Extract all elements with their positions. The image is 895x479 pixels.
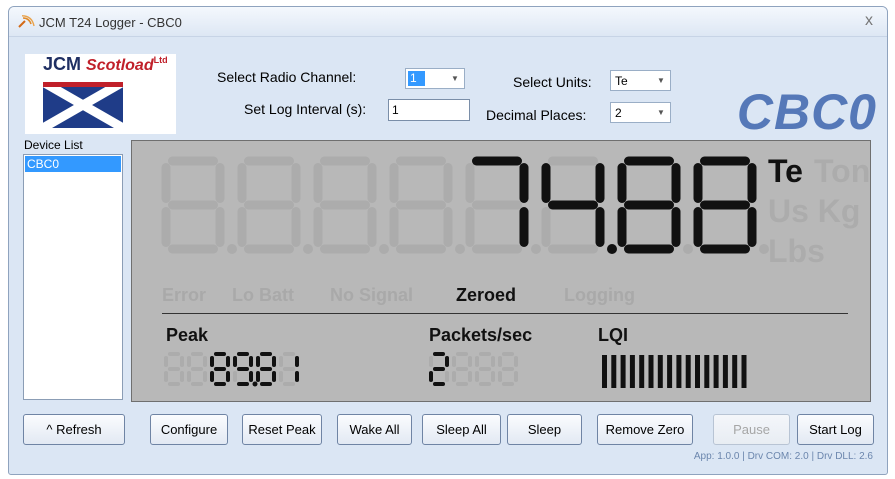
saltire-flag-icon — [43, 82, 123, 128]
lqi-bar — [648, 355, 654, 388]
chevron-down-icon: ▼ — [657, 76, 665, 85]
configure-button[interactable]: Configure — [150, 414, 228, 445]
peak-decimal-point — [252, 381, 258, 387]
lqi-bar — [657, 355, 663, 388]
main-decimal-point — [607, 244, 617, 254]
main-decimal-point — [455, 244, 465, 254]
sleep-all-button[interactable]: Sleep All — [422, 414, 501, 445]
device-name-heading: CBC0 — [736, 84, 877, 140]
peak-label: Peak — [166, 325, 209, 345]
chevron-down-icon: ▼ — [451, 74, 459, 83]
decimal-places-label: Decimal Places: — [486, 107, 587, 123]
status-error: Error — [162, 285, 207, 305]
app-window: JCM T24 Logger - CBC0 x JCM ScotloadLtd … — [8, 6, 888, 475]
lqi-bar — [685, 355, 691, 388]
lqi-bar — [722, 355, 728, 388]
display-divider — [162, 313, 848, 314]
lqi-bar — [602, 355, 607, 388]
remove-zero-button[interactable]: Remove Zero — [597, 414, 693, 445]
status-logging: Logging — [564, 285, 635, 305]
decimal-places-value: 2 — [615, 106, 622, 120]
lqi-bar — [695, 355, 700, 388]
decimal-places-select[interactable]: 2 ▼ — [610, 102, 671, 123]
pause-button[interactable]: Pause — [713, 414, 790, 445]
lqi-bar — [676, 355, 682, 388]
lqi-bar — [704, 355, 710, 388]
units-label: Select Units: — [513, 74, 592, 90]
log-interval-input[interactable] — [388, 99, 470, 121]
log-interval-label: Set Log Interval (s): — [244, 101, 367, 117]
lqi-bar — [732, 355, 738, 388]
packets-label: Packets/sec — [429, 325, 533, 345]
lqi-bar — [629, 355, 635, 388]
radio-channel-label: Select Radio Channel: — [217, 69, 357, 85]
main-decimal-point — [227, 244, 237, 254]
title-bar: JCM T24 Logger - CBC0 x — [9, 7, 887, 37]
lqi-label: LQI — [598, 325, 628, 345]
lcd-display: Te Ton Us Kg Lbs Error Lo Batt No Signal… — [131, 140, 871, 402]
main-decimal-point — [379, 244, 389, 254]
radio-channel-select[interactable]: 1 ▼ — [405, 68, 465, 89]
radio-channel-value: 1 — [408, 71, 425, 86]
wake-all-button[interactable]: Wake All — [337, 414, 412, 445]
status-no-signal: No Signal — [330, 285, 414, 305]
close-button[interactable]: x — [861, 12, 877, 30]
window-title: JCM T24 Logger - CBC0 — [39, 15, 182, 30]
main-decimal-point — [531, 244, 541, 254]
radio-wave-icon — [18, 15, 35, 28]
sleep-button[interactable]: Sleep — [507, 414, 582, 445]
reset-peak-button[interactable]: Reset Peak — [242, 414, 322, 445]
units-indicator-uskg: Us Kg — [768, 193, 861, 229]
units-indicator-lbs: Lbs — [768, 233, 825, 269]
lqi-bar — [713, 355, 719, 388]
start-log-button[interactable]: Start Log — [797, 414, 874, 445]
lqi-bar — [667, 355, 673, 388]
main-decimal-point — [683, 244, 693, 254]
lqi-bar — [741, 355, 747, 388]
units-indicator-active: Te — [768, 153, 803, 189]
logo-wordmark: JCM ScotloadLtd — [43, 54, 168, 74]
units-value: Te — [615, 74, 628, 88]
refresh-button[interactable]: ^ Refresh — [23, 414, 125, 445]
lqi-bar — [611, 355, 617, 388]
lqi-bar — [639, 355, 645, 388]
device-list-label: Device List — [24, 138, 83, 152]
lqi-bar — [620, 355, 626, 388]
main-decimal-point — [303, 244, 313, 254]
units-indicator-ton: Ton — [814, 153, 871, 189]
device-list[interactable]: CBC0 — [23, 154, 123, 400]
chevron-down-icon: ▼ — [657, 108, 665, 117]
status-zeroed: Zeroed — [456, 285, 517, 305]
company-logo: JCM ScotloadLtd — [25, 54, 176, 134]
lcd-digits — [161, 156, 769, 388]
units-select[interactable]: Te ▼ — [610, 70, 671, 91]
device-list-item[interactable]: CBC0 — [25, 156, 121, 172]
version-info: App: 1.0.0 | Drv COM: 2.0 | Drv DLL: 2.6 — [693, 451, 873, 462]
status-lo-batt: Lo Batt — [232, 285, 294, 305]
